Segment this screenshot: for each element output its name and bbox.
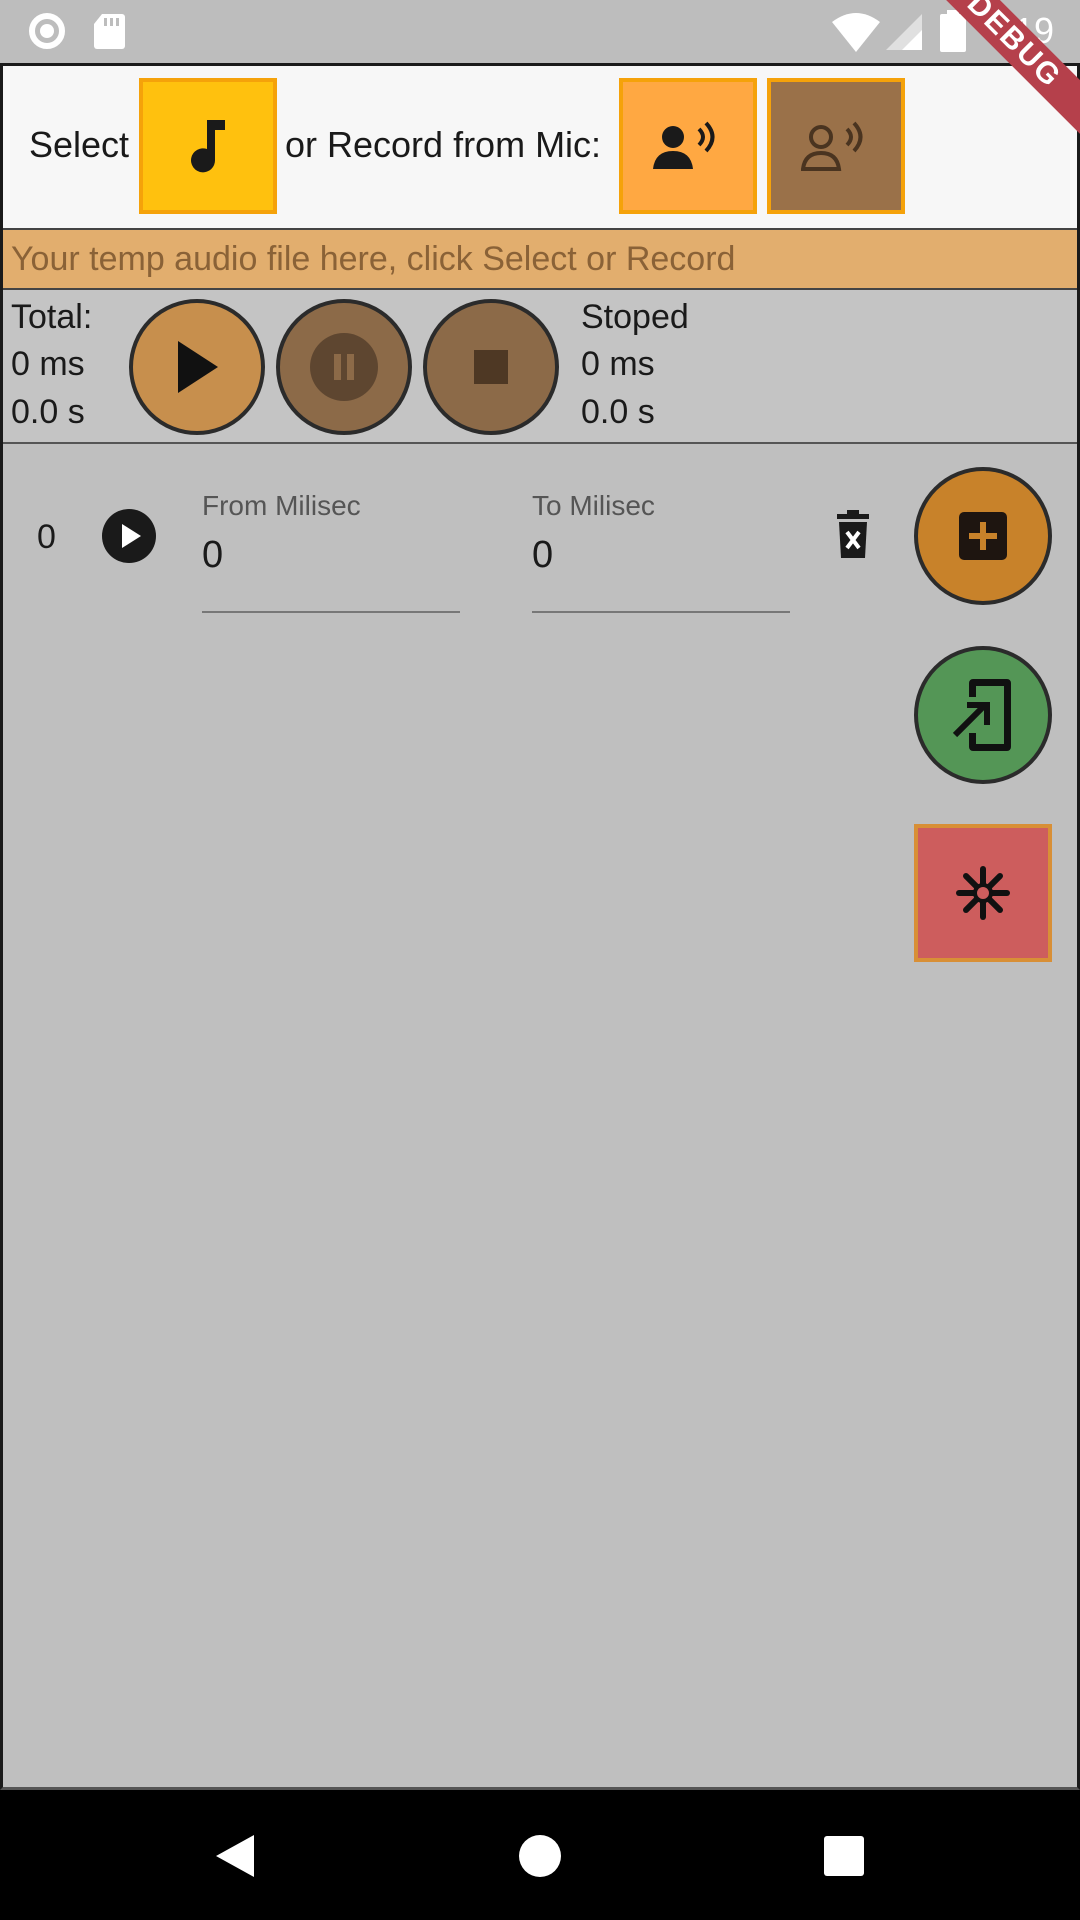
temp-file-bar: Your temp audio file here, click Select … <box>3 228 1077 290</box>
pause-icon <box>310 333 378 401</box>
select-label: Select <box>29 124 130 165</box>
select-file-button[interactable] <box>139 78 277 214</box>
total-seconds: 0.0 s <box>11 393 85 431</box>
record-voice-icon <box>653 121 715 169</box>
segment-row: 0 From Milisec 0 To Milisec 0 <box>3 446 903 626</box>
home-icon[interactable] <box>519 1835 561 1877</box>
navigation-bar <box>0 1790 1080 1920</box>
record-label: or Record from Mic: <box>285 124 602 165</box>
stop-icon <box>474 350 508 384</box>
back-icon[interactable] <box>214 1833 256 1879</box>
stop-button[interactable] <box>423 299 559 435</box>
circle-notification-icon <box>29 13 65 49</box>
signal-icon <box>886 14 922 50</box>
export-button[interactable] <box>914 646 1052 784</box>
segment-play-icon[interactable] <box>101 508 157 564</box>
sd-card-icon <box>94 14 125 49</box>
music-note-icon <box>191 120 225 173</box>
position-seconds: 0.0 s <box>581 393 655 431</box>
record-voice-off-icon <box>801 121 863 171</box>
play-icon <box>178 341 218 393</box>
recents-icon[interactable] <box>824 1836 864 1876</box>
phone-import-icon <box>952 679 1011 751</box>
total-label: Total: <box>11 298 93 336</box>
clear-segments-button[interactable] <box>914 824 1052 962</box>
to-field-value[interactable]: 0 <box>532 534 553 577</box>
player-panel: Total: 0 ms 0.0 s Stoped 0 ms 0.0 s <box>3 290 1077 444</box>
asterisk-icon <box>956 866 1010 920</box>
pause-button[interactable] <box>276 299 412 435</box>
segment-index: 0 <box>37 518 56 556</box>
to-field-label: To Milisec <box>532 490 655 521</box>
temp-file-text: Your temp audio file here, click Select … <box>11 240 736 278</box>
to-field-underline <box>532 611 790 613</box>
status-bar: 8:19 <box>0 0 1080 63</box>
from-field-underline <box>202 611 460 613</box>
add-box-icon <box>959 512 1007 560</box>
from-field-label: From Milisec <box>202 490 361 521</box>
total-ms: 0 ms <box>11 345 85 383</box>
from-field-value[interactable]: 0 <box>202 534 223 577</box>
wifi-icon <box>832 13 880 52</box>
position-ms: 0 ms <box>581 345 655 383</box>
play-button[interactable] <box>129 299 265 435</box>
source-header: Select or Record from Mic: <box>3 66 1077 228</box>
player-status: Stoped <box>581 298 689 336</box>
record-mic-button[interactable] <box>619 78 757 214</box>
add-segment-button[interactable] <box>914 467 1052 605</box>
delete-icon[interactable] <box>833 510 873 560</box>
stop-recording-button[interactable] <box>767 78 905 214</box>
